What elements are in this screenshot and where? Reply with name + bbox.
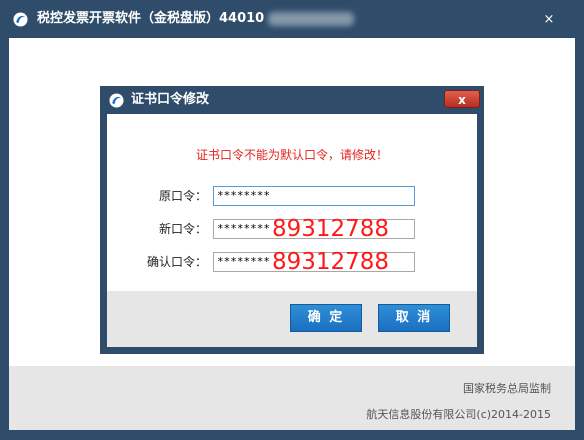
app-logo-icon — [13, 12, 28, 27]
warning-message: 证书口令不能为默认口令，请修改！ — [195, 148, 388, 162]
ok-button[interactable]: 确 定 — [290, 304, 362, 332]
redacted-tax-id — [268, 11, 355, 26]
app-logo-icon — [109, 93, 124, 108]
main-close-button[interactable]: × — [534, 11, 564, 29]
confirm-password-label: 确认口令： — [146, 255, 207, 269]
dialog-title: 证书口令修改 — [131, 92, 210, 107]
main-titlebar[interactable]: 税控发票开票软件（金税盘版）44010 × — [0, 0, 584, 38]
dialog-button-bar: 确 定 取 消 — [107, 291, 477, 347]
footer-copyright-text: 航天信息股份有限公司(c)2014-2015 — [366, 408, 551, 421]
footer-supervisor-text: 国家税务总局监制 — [463, 382, 551, 395]
main-footer: 国家税务总局监制 航天信息股份有限公司(c)2014-2015 — [9, 366, 575, 430]
confirm-password-annotation: 89312788 — [272, 249, 390, 275]
dialog-titlebar[interactable]: 证书口令修改 x — [100, 86, 484, 114]
change-password-dialog: 证书口令修改 x 证书口令不能为默认口令，请修改！ 原口令： ******** … — [100, 86, 484, 354]
cancel-button[interactable]: 取 消 — [378, 304, 450, 332]
new-password-label: 新口令： — [158, 222, 207, 236]
dialog-close-button[interactable]: x — [444, 90, 480, 108]
main-window-title: 税控发票开票软件（金税盘版）44010 — [37, 10, 355, 28]
original-password-label: 原口令： — [158, 189, 207, 203]
dialog-body: 证书口令不能为默认口令，请修改！ 原口令： ******** 新口令： ****… — [107, 114, 477, 347]
new-password-annotation: 89312788 — [272, 216, 390, 242]
original-password-input[interactable]: ******** — [213, 186, 415, 206]
